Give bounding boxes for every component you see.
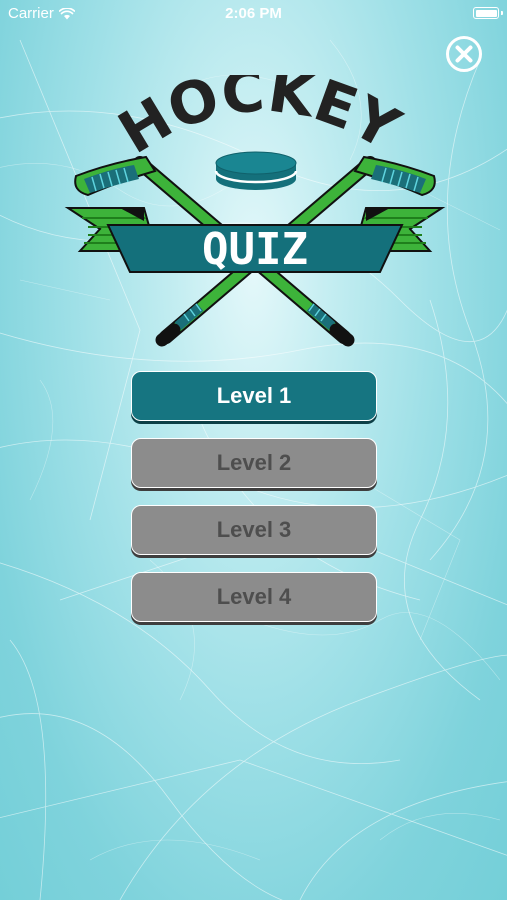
level-2-button[interactable]: Level 2: [131, 438, 377, 488]
ribbon-banner: QUIZ: [106, 224, 404, 275]
level-1-button[interactable]: Level 1: [131, 371, 377, 421]
status-time: 2:06 PM: [225, 5, 282, 22]
level-select-screen: Carrier 2:06 PM HOCKEY QUIZ Level 1 Leve…: [0, 0, 507, 900]
battery-full-icon: [473, 7, 503, 19]
level-4-button[interactable]: Level 4: [131, 572, 377, 622]
logo-subtitle: QUIZ: [202, 224, 308, 275]
hockey-puck-icon: [214, 151, 298, 190]
close-icon: [446, 36, 482, 72]
level-list: Level 1 Level 2 Level 3 Level 4: [131, 371, 377, 639]
close-button[interactable]: [445, 35, 483, 73]
status-bar: Carrier 2:06 PM: [0, 0, 507, 28]
level-3-button[interactable]: Level 3: [131, 505, 377, 555]
hockey-quiz-logo: HOCKEY QUIZ: [64, 75, 446, 347]
